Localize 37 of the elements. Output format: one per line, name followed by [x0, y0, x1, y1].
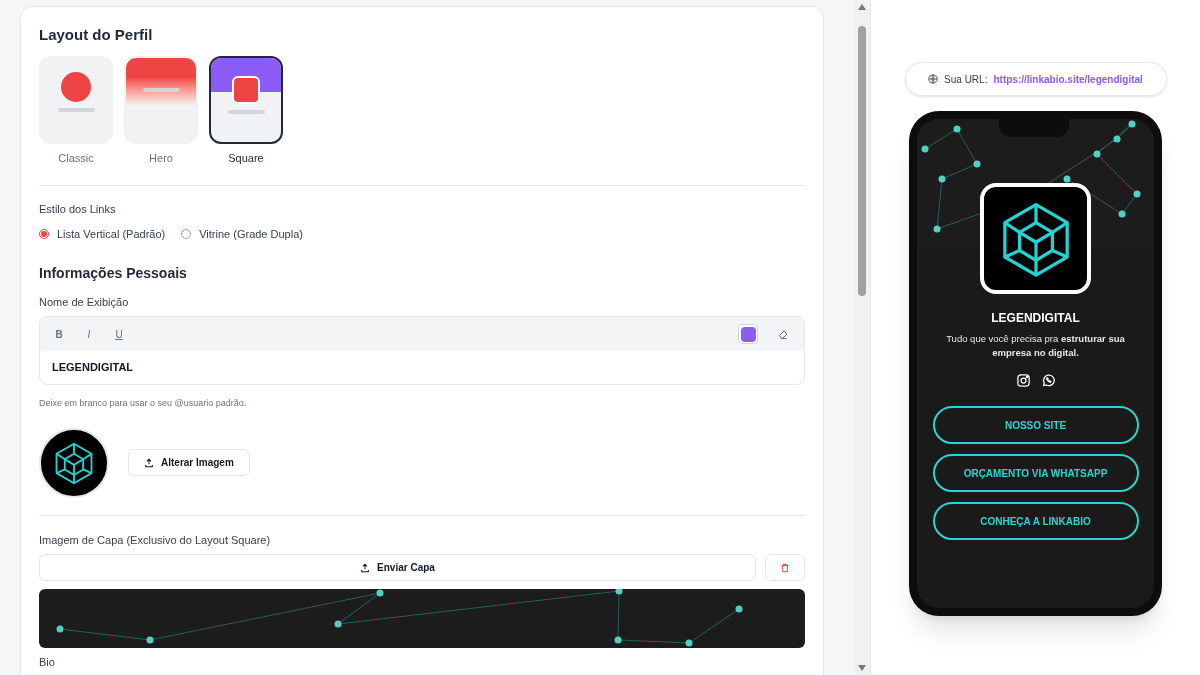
radio-option[interactable]: Lista Vertical (Padrão) — [39, 226, 166, 243]
url-link[interactable]: https://linkabio.site/legendigital — [993, 71, 1143, 87]
url-label: Sua URL: — [944, 72, 988, 87]
format-button[interactable]: U — [114, 326, 124, 342]
format-button[interactable]: I — [84, 326, 94, 342]
layout-label: Square — [228, 151, 264, 166]
trash-icon — [780, 562, 790, 573]
section-title: Layout do Perfil — [39, 25, 154, 44]
link-button[interactable]: NOSSO SITE — [932, 406, 1139, 444]
link-button[interactable]: ORÇAMENTO VIA WHATSAPP — [932, 454, 1139, 492]
link-button[interactable]: CONHEÇA A LINKABIO — [932, 502, 1139, 540]
layout-option[interactable] — [209, 56, 283, 144]
rich-text-editor[interactable]: B I U LEGENDIGITAL — [39, 316, 805, 385]
field-label: Bio — [39, 655, 56, 670]
section-title: Informações Pessoais — [39, 263, 188, 283]
eraser-icon[interactable] — [778, 328, 790, 340]
profile-bio: Tudo que você precisa pra estruturar sua empresa no digital. — [945, 332, 1126, 360]
hint-text: Deixe em branco para usar o seu @usuario padrão. — [39, 397, 248, 410]
radio-option[interactable]: Vitrine (Grade Dupla) — [181, 226, 303, 243]
editor-text: LEGENDIGITAL — [52, 360, 134, 376]
layout-label: Classic — [58, 151, 94, 166]
field-label: Estilo dos Links — [39, 201, 117, 217]
scroll-thumb[interactable] — [857, 26, 866, 296]
upload-cover-button[interactable]: Enviar Capa — [39, 554, 756, 581]
whatsapp-icon[interactable] — [1040, 373, 1056, 388]
instagram-icon[interactable] — [1015, 373, 1031, 388]
scrollbar[interactable] — [853, 0, 870, 675]
upload-icon — [144, 457, 154, 468]
delete-button[interactable] — [765, 554, 805, 581]
globe-icon — [928, 74, 939, 84]
profile-name: LEGENDIGITAL — [991, 310, 1080, 327]
layout-label: Hero — [149, 151, 173, 166]
field-label: Nome de Exibição — [39, 294, 130, 310]
upload-icon — [360, 562, 371, 573]
change-image-button[interactable]: Alterar Imagem — [128, 449, 250, 476]
format-button[interactable]: B — [54, 326, 64, 342]
field-label: Imagem de Capa (Exclusivo do Layout Square) — [39, 532, 272, 548]
